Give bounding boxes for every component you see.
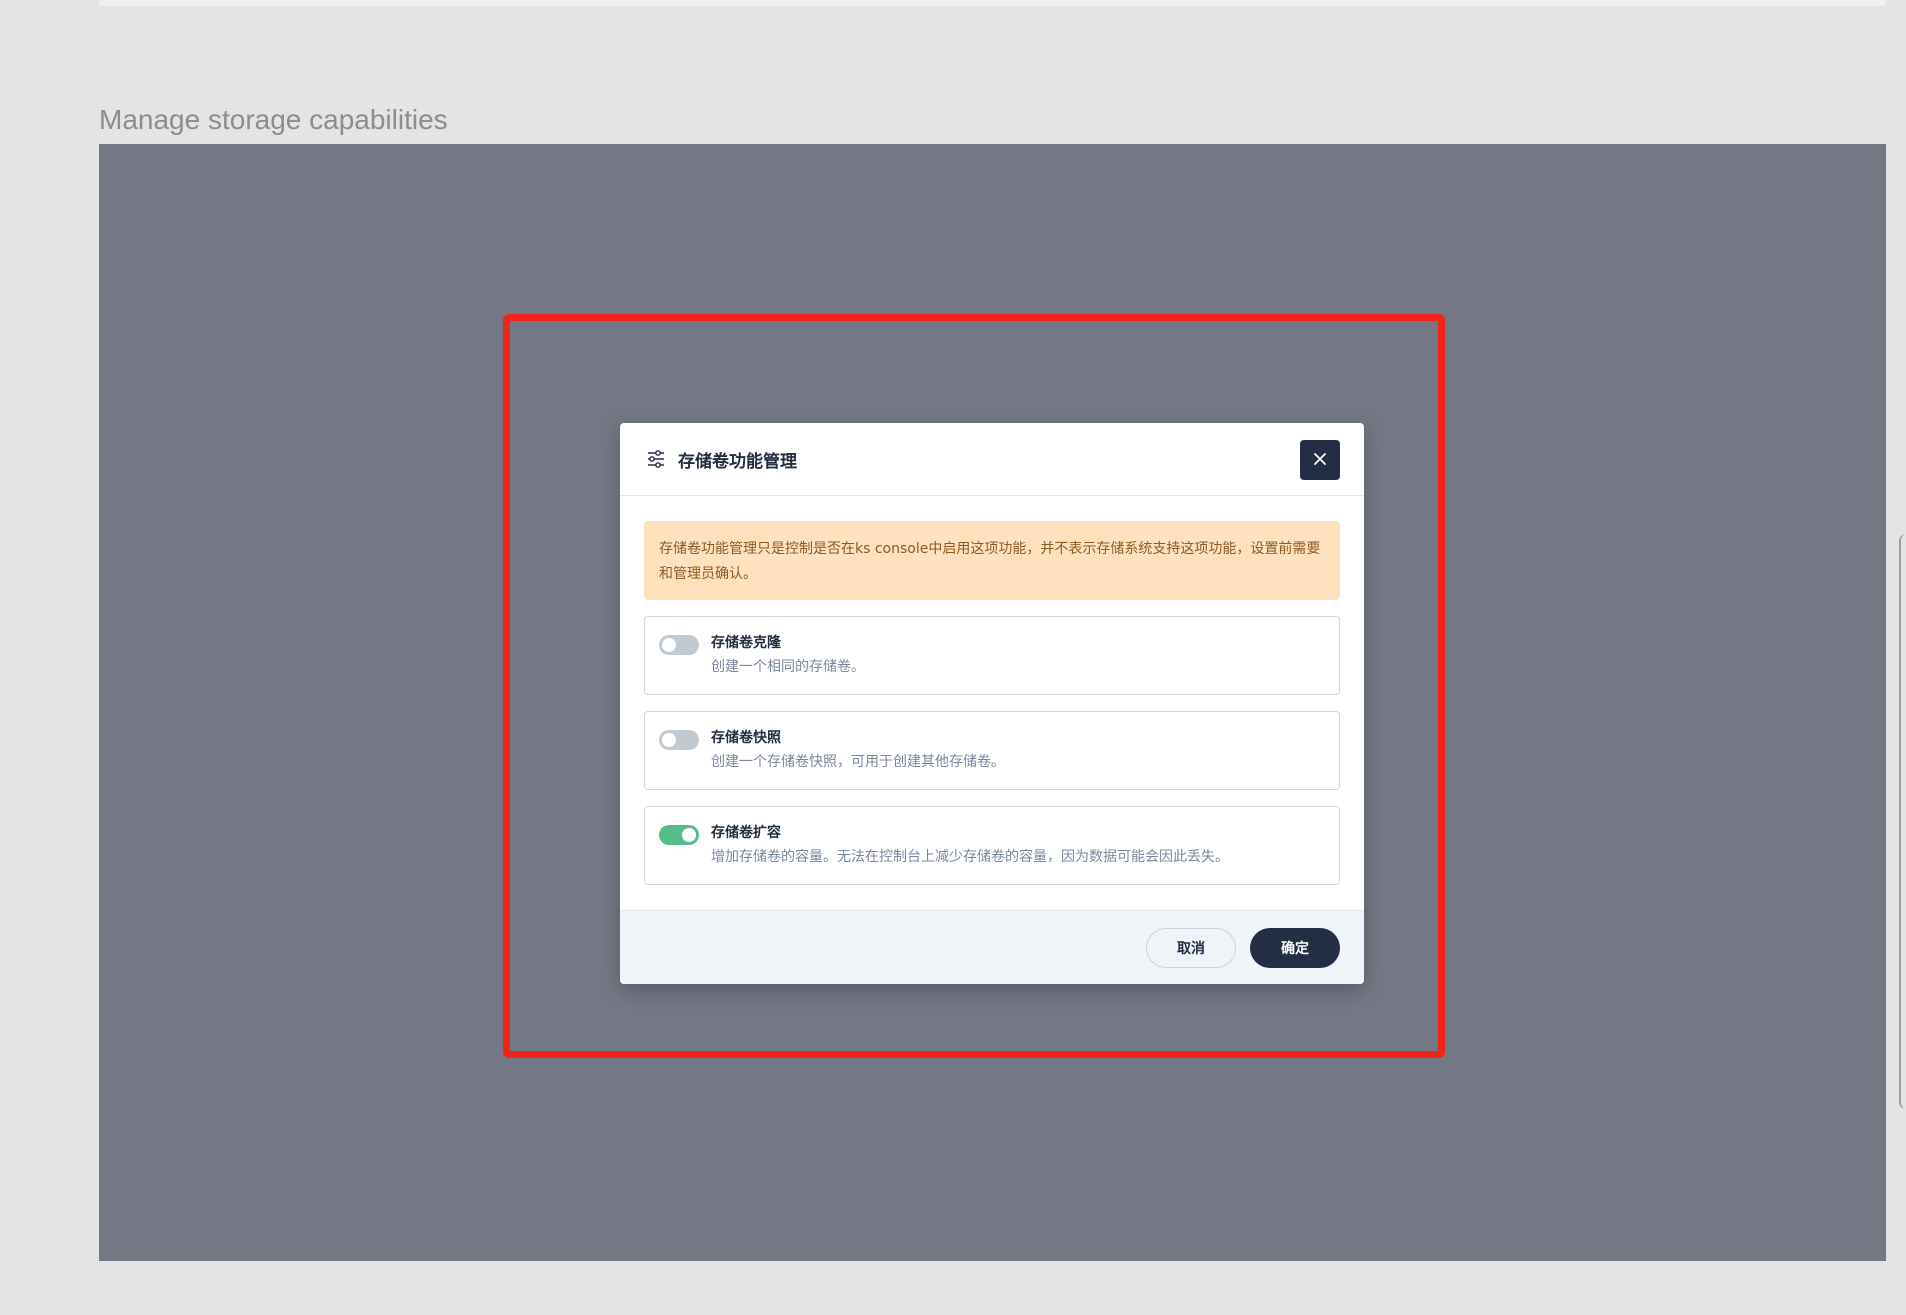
- section-title: Manage storage capabilities: [99, 104, 448, 135]
- top-panel-edge: [99, 0, 1886, 7]
- scrollbar[interactable]: [1899, 534, 1906, 1109]
- highlight-annotation: [503, 314, 1445, 1058]
